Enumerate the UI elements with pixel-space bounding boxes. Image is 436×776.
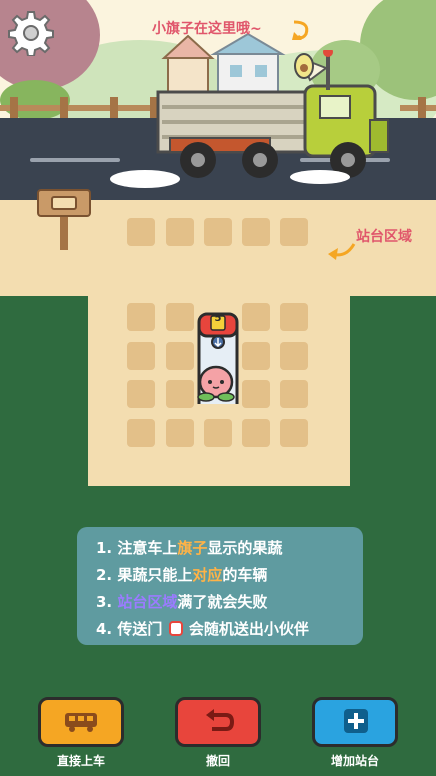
- station-slot[interactable]: [204, 218, 232, 246]
- game-stage: 小旗子在这里哦~ 站台区域 5 1. 注意车上旗子显示的果蔬 2. 果蔬只能上对…: [0, 0, 436, 776]
- portal-count-badge: 5: [214, 313, 222, 324]
- grid-slot[interactable]: [204, 419, 232, 447]
- bus-sign: [37, 189, 91, 250]
- grid-slot[interactable]: [166, 342, 194, 370]
- grid-slot[interactable]: [127, 342, 155, 370]
- gear-icon[interactable]: [8, 10, 54, 56]
- undo-button[interactable]: [175, 697, 261, 747]
- add-station-label: 增加站台: [330, 754, 379, 768]
- grid-slot[interactable]: [127, 303, 155, 331]
- dust-cloud: [110, 170, 180, 188]
- undo-label: 撤回: [205, 754, 230, 768]
- grid-slot[interactable]: [242, 303, 270, 331]
- station-slot[interactable]: [127, 218, 155, 246]
- station-slot[interactable]: [166, 218, 194, 246]
- peach-character[interactable]: [196, 360, 236, 404]
- dust-cloud: [290, 170, 350, 184]
- station-slot[interactable]: [280, 218, 308, 246]
- grid-slot[interactable]: [166, 419, 194, 447]
- truck-flag-avocado-icon: [294, 53, 314, 79]
- road-stripe: [30, 158, 120, 162]
- grid-slot[interactable]: [127, 419, 155, 447]
- board-bus-label: 直接上车: [56, 754, 105, 768]
- grid-slot[interactable]: [280, 419, 308, 447]
- station-arrow-icon: [328, 243, 356, 260]
- rule-1: 1. 注意车上旗子显示的果蔬: [96, 539, 283, 557]
- undo-arrow-icon: [206, 709, 234, 731]
- rule-4: 4. 传送门 会随机送出小伙伴: [96, 620, 309, 638]
- add-station-button[interactable]: [312, 697, 398, 747]
- grid-slot[interactable]: [166, 303, 194, 331]
- grid-slot[interactable]: [242, 380, 270, 408]
- grid-slot[interactable]: [127, 380, 155, 408]
- rule-3: 3. 站台区域满了就会失败: [96, 593, 268, 611]
- truck[interactable]: [150, 50, 395, 190]
- hint-arrow-icon: [292, 20, 309, 40]
- grass-left: [0, 296, 88, 486]
- station-area-label: 站台区域: [356, 229, 412, 245]
- grid-slot[interactable]: [280, 380, 308, 408]
- flag-hint-text: 小旗子在这里哦~: [152, 21, 262, 37]
- grid-slot[interactable]: [166, 380, 194, 408]
- portal-icon: [168, 621, 183, 636]
- grid-slot[interactable]: [242, 342, 270, 370]
- plus-icon: [344, 709, 368, 733]
- grid-slot[interactable]: [242, 419, 270, 447]
- station-slot[interactable]: [242, 218, 270, 246]
- rule-2: 2. 果蔬只能上对应的车辆: [96, 566, 268, 584]
- grid-slot[interactable]: [280, 342, 308, 370]
- grass-right: [350, 296, 436, 486]
- board-bus-button[interactable]: [38, 697, 124, 747]
- grid-slot[interactable]: [280, 303, 308, 331]
- bus-icon: [65, 713, 97, 732]
